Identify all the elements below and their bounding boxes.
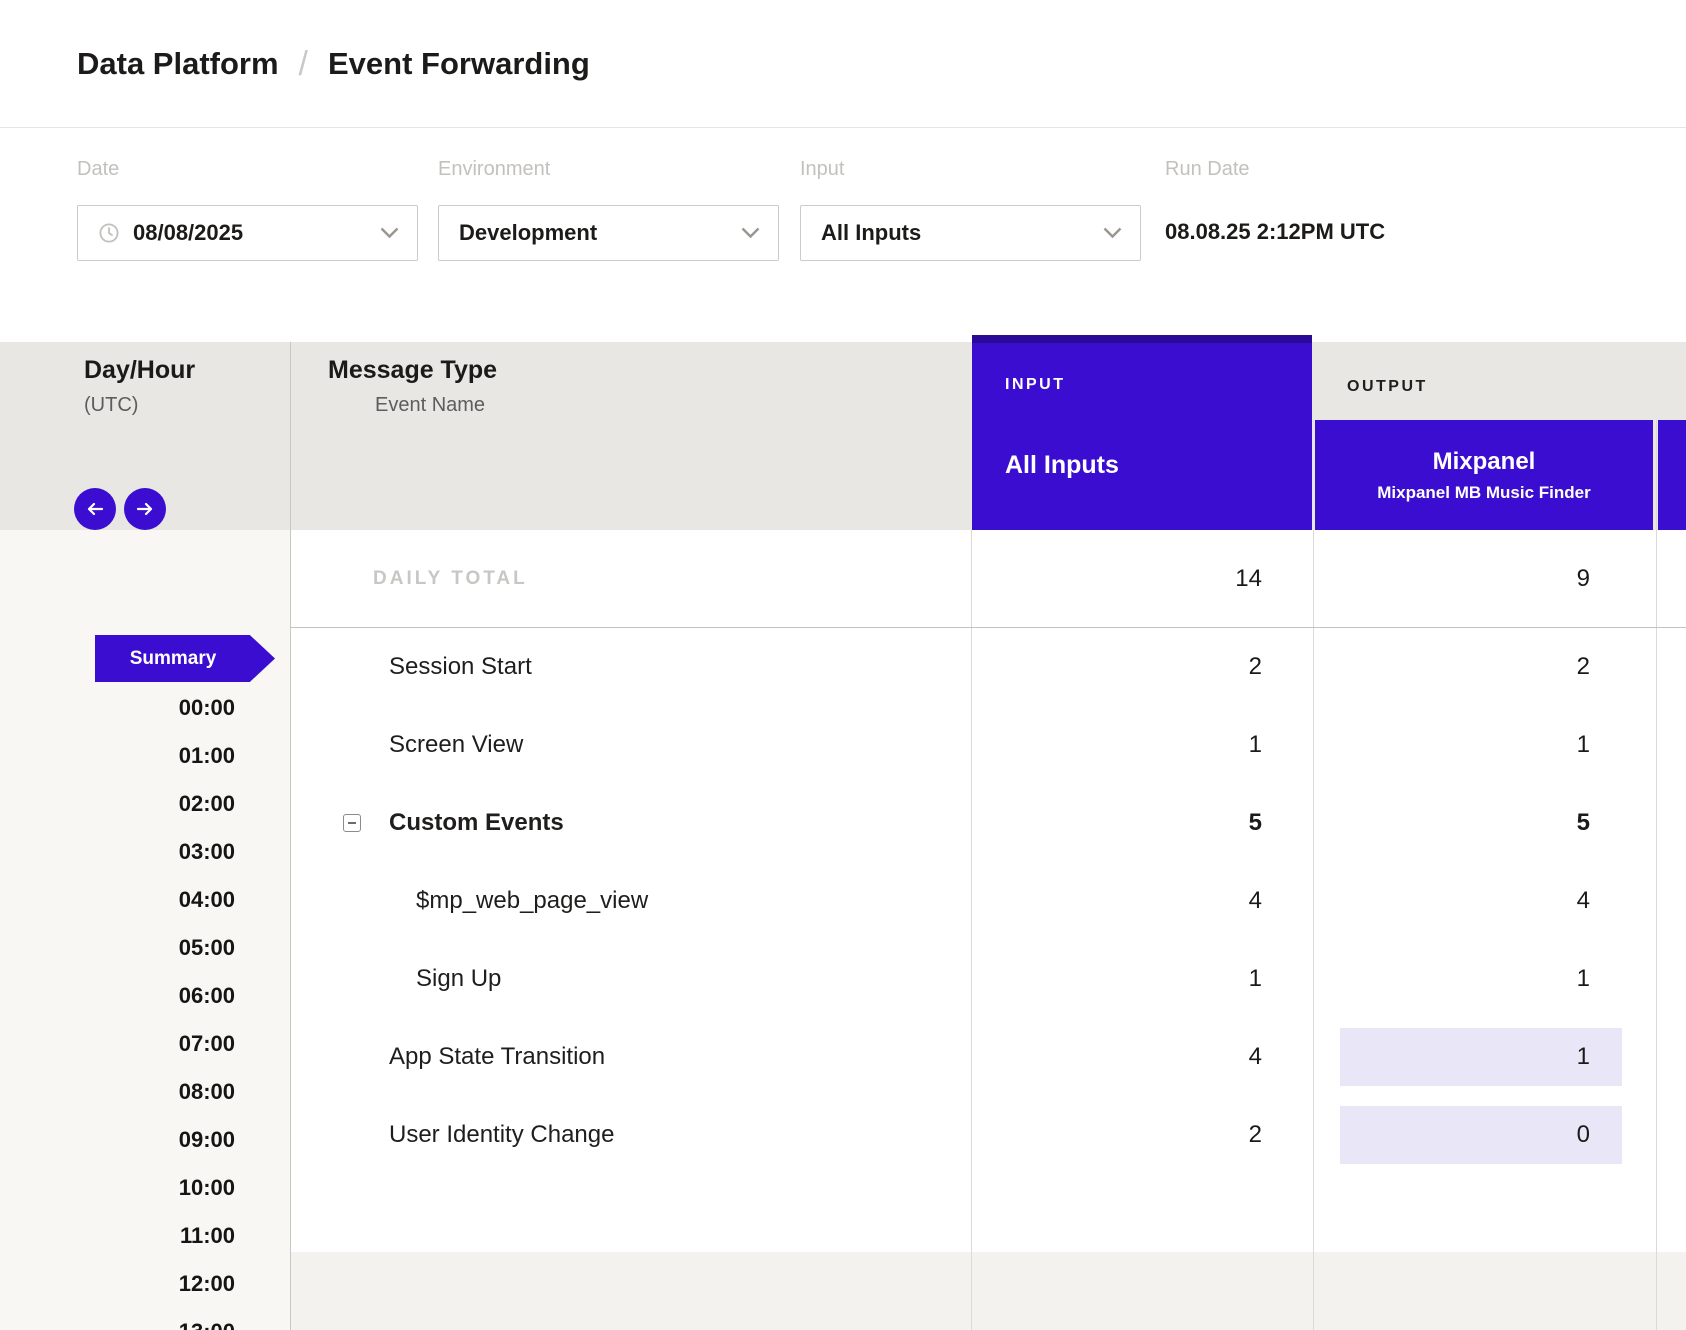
date-label: Date	[77, 158, 119, 181]
output-count: 1	[1577, 1018, 1590, 1096]
hour-row-09[interactable]: 09:00	[0, 1125, 235, 1155]
input-count: 2	[1249, 1096, 1262, 1174]
date-select[interactable]: 08/08/2025	[77, 205, 418, 261]
event-name: Sign Up	[416, 940, 501, 1018]
input-column-name: All Inputs	[1005, 451, 1119, 480]
output-count: 1	[1577, 940, 1590, 1018]
page-title: Event Forwarding	[328, 46, 590, 82]
breadcrumb-separator: /	[299, 45, 308, 84]
run-date-label: Run Date	[1165, 158, 1250, 181]
hour-row-10[interactable]: 10:00	[0, 1173, 235, 1203]
day-hour-timezone: (UTC)	[84, 394, 138, 417]
next-day-button[interactable]	[124, 488, 166, 530]
daily-total-output-value: 9	[1577, 530, 1590, 628]
input-header-top-strip	[972, 335, 1312, 343]
hour-row-13[interactable]: 13:00	[0, 1317, 235, 1330]
hour-row-03[interactable]: 03:00	[0, 837, 235, 867]
message-type-header: Message Type	[328, 356, 497, 385]
input-count: 2	[1249, 628, 1262, 706]
output-count: 2	[1577, 628, 1590, 706]
event-name: Custom Events	[389, 784, 564, 862]
collapse-icon[interactable]	[343, 814, 361, 832]
daily-total-input-value: 14	[1235, 530, 1262, 628]
event-forwarding-page: Data Platform / Event Forwarding Date En…	[0, 0, 1686, 1330]
hour-row-08[interactable]: 08:00	[0, 1077, 235, 1107]
input-section-label: INPUT	[1005, 376, 1066, 394]
table-row-child: Sign Up 1 1	[290, 940, 1686, 1018]
day-hour-header: Day/Hour	[84, 356, 195, 385]
input-select[interactable]: All Inputs	[800, 205, 1141, 261]
event-name: App State Transition	[389, 1018, 605, 1096]
summary-label: Summary	[130, 648, 217, 670]
environment-label: Environment	[438, 158, 550, 181]
event-name: Screen View	[389, 706, 523, 784]
input-column-header[interactable]: INPUT All Inputs	[972, 335, 1312, 530]
arrow-right-icon	[136, 502, 154, 516]
chevron-down-icon	[380, 227, 399, 239]
environment-select[interactable]: Development	[438, 205, 779, 261]
event-name: Session Start	[389, 628, 532, 706]
breadcrumb-bar: Data Platform / Event Forwarding	[0, 0, 1686, 128]
hour-row-07[interactable]: 07:00	[0, 1029, 235, 1059]
daily-total-row: DAILY TOTAL 14 9	[290, 530, 1686, 628]
hour-row-11[interactable]: 11:00	[0, 1221, 235, 1251]
event-name: User Identity Change	[389, 1096, 614, 1174]
input-label: Input	[800, 158, 844, 181]
table-row: App State Transition 4 1	[290, 1018, 1686, 1096]
table-row: Screen View 1 1	[290, 706, 1686, 784]
input-count: 5	[1249, 784, 1262, 862]
output-count: 4	[1577, 862, 1590, 940]
breadcrumb-section[interactable]: Data Platform	[77, 46, 279, 82]
hour-row-06[interactable]: 06:00	[0, 981, 235, 1011]
hour-row-04[interactable]: 04:00	[0, 885, 235, 915]
output-column-name: Mixpanel	[1433, 448, 1536, 476]
output-column-header-next-partial[interactable]	[1658, 420, 1686, 530]
grid-bottom-band	[290, 1252, 1686, 1330]
run-date-value: 08.08.25 2:12PM UTC	[1165, 219, 1385, 245]
event-name: $mp_web_page_view	[416, 862, 648, 940]
input-count: 4	[1249, 862, 1262, 940]
chevron-down-icon	[1103, 227, 1122, 239]
output-count: 0	[1577, 1096, 1590, 1174]
summary-badge[interactable]: Summary	[95, 635, 275, 682]
previous-day-button[interactable]	[74, 488, 116, 530]
event-name-subheader: Event Name	[375, 394, 485, 417]
hour-row-12[interactable]: 12:00	[0, 1269, 235, 1299]
forwarding-grid: Day/Hour (UTC) Message Type Event Name I…	[0, 342, 1686, 1330]
input-count: 1	[1249, 940, 1262, 1018]
output-column-header-mixpanel[interactable]: Mixpanel Mixpanel MB Music Finder	[1315, 420, 1653, 530]
input-value: All Inputs	[821, 220, 921, 246]
table-row-custom-events: Custom Events 5 5	[290, 784, 1686, 862]
output-column-subname: Mixpanel MB Music Finder	[1377, 483, 1590, 503]
input-count: 1	[1249, 706, 1262, 784]
output-count: 1	[1577, 706, 1590, 784]
hour-row-05[interactable]: 05:00	[0, 933, 235, 963]
environment-value: Development	[459, 220, 597, 246]
minus-icon	[348, 822, 356, 824]
table-row-child: $mp_web_page_view 4 4	[290, 862, 1686, 940]
arrow-left-icon	[86, 502, 104, 516]
hour-row-02[interactable]: 02:00	[0, 789, 235, 819]
clock-icon	[98, 222, 120, 244]
filter-bar: Date Environment Input Run Date 08/08/20…	[0, 128, 1686, 342]
table-row: User Identity Change 2 0	[290, 1096, 1686, 1174]
input-count: 4	[1249, 1018, 1262, 1096]
table-row: Session Start 2 2	[290, 628, 1686, 706]
output-count: 5	[1577, 784, 1590, 862]
hour-row-01[interactable]: 01:00	[0, 741, 235, 771]
chevron-down-icon	[741, 227, 760, 239]
hour-row-00[interactable]: 00:00	[0, 693, 235, 723]
output-section-label: OUTPUT	[1347, 378, 1428, 396]
daily-total-label: DAILY TOTAL	[373, 530, 528, 627]
breadcrumb: Data Platform / Event Forwarding	[77, 0, 590, 128]
date-value: 08/08/2025	[133, 220, 243, 246]
